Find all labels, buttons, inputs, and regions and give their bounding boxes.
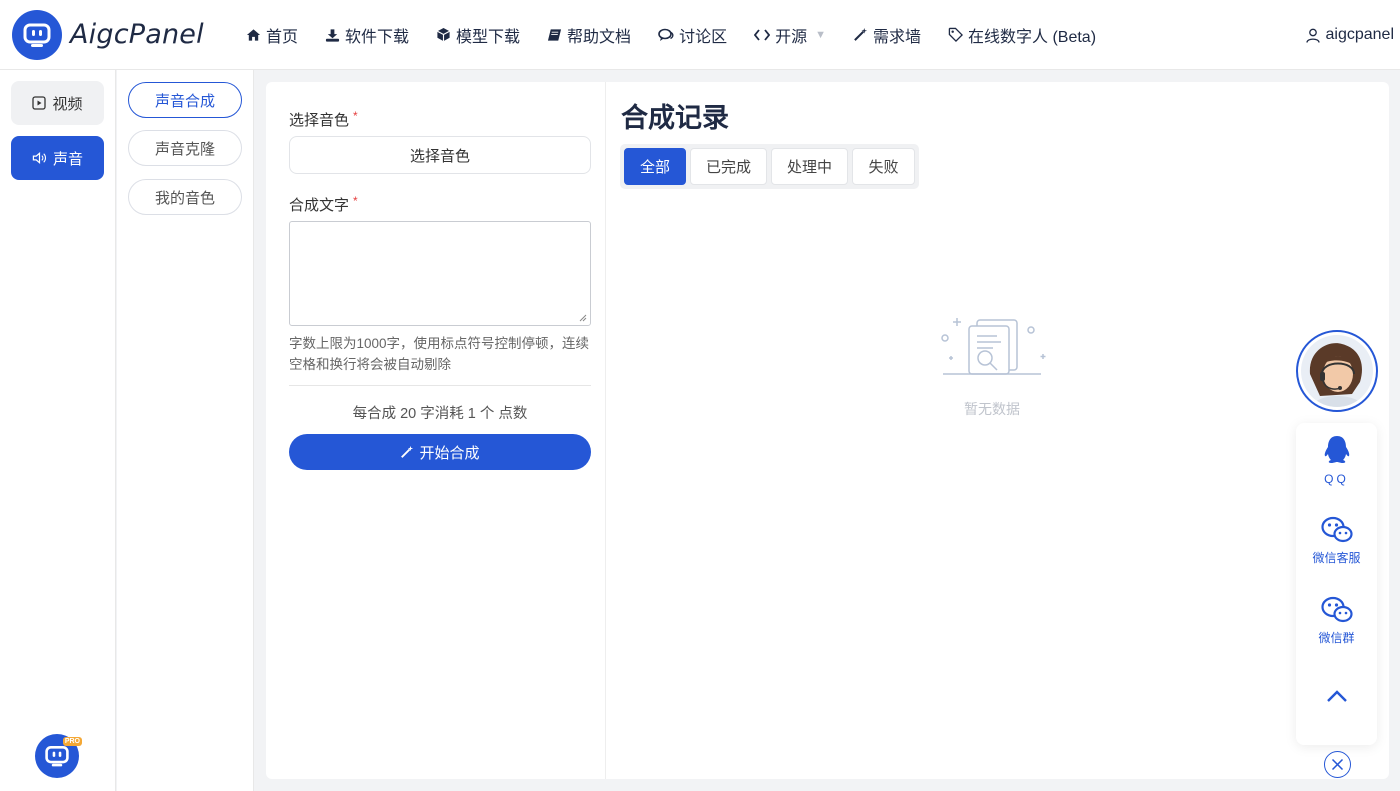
magic-wand-icon bbox=[854, 27, 868, 41]
top-header: AigcPanel 首页 软件下载 模型下载 帮助文档 讨论区 开源 ▼ 需求墙… bbox=[0, 0, 1400, 70]
nav-help-docs[interactable]: 帮助文档 bbox=[547, 23, 631, 47]
pro-logo[interactable]: PRO bbox=[35, 734, 82, 778]
book-icon bbox=[547, 28, 562, 41]
nav-model-download-label: 模型下载 bbox=[456, 28, 521, 46]
records-tabs: 全部 已完成 处理中 失败 bbox=[620, 144, 919, 189]
rail-voice-label: 声音 bbox=[52, 150, 83, 168]
nav-help-docs-label: 帮助文档 bbox=[567, 28, 632, 46]
tab-processing[interactable]: 处理中 bbox=[771, 148, 848, 185]
robot-logo-icon bbox=[12, 9, 62, 60]
tab-completed[interactable]: 已完成 bbox=[690, 148, 767, 185]
close-icon bbox=[1331, 758, 1344, 771]
main-nav: 首页 软件下载 模型下载 帮助文档 讨论区 开源 ▼ 需求墙 在线数字人 (Be… bbox=[246, 23, 1123, 47]
floating-contact-panel: QQ 微信客服 微信群 bbox=[1296, 423, 1377, 745]
synthesis-text-input[interactable] bbox=[289, 221, 591, 326]
submenu-my-voices[interactable]: 我的音色 bbox=[128, 179, 242, 215]
speaker-icon bbox=[32, 151, 47, 165]
records-title: 合成记录 bbox=[621, 103, 729, 133]
cost-note: 每合成 20 字消耗 1 个 点数 bbox=[352, 406, 528, 422]
username: aigcpanel bbox=[1325, 26, 1395, 43]
home-icon bbox=[246, 28, 261, 41]
rail-video-label: 视频 bbox=[52, 95, 83, 113]
empty-state: 暂无数据 bbox=[926, 312, 1058, 419]
nav-feature-wall[interactable]: 需求墙 bbox=[853, 23, 921, 47]
caret-down-icon: ▼ bbox=[815, 28, 826, 41]
code-icon bbox=[754, 28, 771, 41]
left-rail: 视频 声音 PRO bbox=[0, 70, 116, 791]
tab-all[interactable]: 全部 bbox=[624, 148, 686, 185]
back-to-top-button[interactable] bbox=[1296, 689, 1377, 706]
contact-wechat-group[interactable]: 微信群 bbox=[1296, 596, 1377, 646]
nav-online-digital-human-label: 在线数字人 (Beta) bbox=[968, 28, 1097, 46]
synthesis-form: 选择音色 * 选择音色 合成文字 * 字数上限为1000字，使用标点符号控制停顿，连… bbox=[266, 82, 606, 779]
qq-penguin-icon bbox=[1324, 436, 1349, 463]
select-voice-button[interactable]: 选择音色 bbox=[289, 136, 591, 174]
close-panel-button[interactable] bbox=[1324, 751, 1351, 778]
required-mark: * bbox=[353, 109, 358, 123]
pro-badge: PRO bbox=[62, 737, 82, 746]
wechat-icon bbox=[1320, 516, 1353, 543]
text-field-label: 合成文字 * bbox=[289, 194, 358, 215]
contact-qq-label: QQ bbox=[1324, 472, 1349, 486]
empty-documents-icon bbox=[941, 318, 1046, 375]
nav-home[interactable]: 首页 bbox=[246, 23, 298, 47]
brand-name: AigcPanel bbox=[70, 19, 204, 50]
tag-icon bbox=[948, 27, 963, 42]
nav-model-download[interactable]: 模型下载 bbox=[436, 23, 520, 47]
nav-software-download-label: 软件下载 bbox=[345, 28, 410, 46]
nav-discussion-label: 讨论区 bbox=[679, 28, 728, 46]
nav-software-download[interactable]: 软件下载 bbox=[325, 23, 409, 47]
customer-service-avatar[interactable] bbox=[1296, 330, 1378, 412]
nav-feature-wall-label: 需求墙 bbox=[872, 28, 921, 46]
brand-logo[interactable]: AigcPanel bbox=[12, 9, 232, 60]
download-icon bbox=[325, 28, 340, 42]
nav-open-source-label: 开源 bbox=[775, 28, 808, 46]
start-synthesis-label: 开始合成 bbox=[419, 444, 480, 462]
submenu-voice-synthesis[interactable]: 声音合成 bbox=[128, 82, 242, 118]
cube-icon bbox=[437, 27, 450, 42]
nav-discussion[interactable]: 讨论区 bbox=[658, 23, 727, 47]
voice-submenu: 声音合成 声音克隆 我的音色 bbox=[117, 70, 254, 791]
user-icon bbox=[1305, 28, 1320, 43]
rail-voice-button[interactable]: 声音 bbox=[11, 136, 104, 180]
chevron-up-icon bbox=[1326, 690, 1347, 702]
user-menu[interactable]: aigcpanel bbox=[1305, 0, 1395, 70]
voice-label-text: 选择音色 bbox=[289, 112, 350, 129]
magic-wand-icon bbox=[401, 445, 414, 458]
nav-open-source[interactable]: 开源 ▼ bbox=[754, 23, 826, 47]
divider bbox=[289, 385, 591, 386]
contact-wechat-service-label: 微信客服 bbox=[1312, 551, 1361, 565]
tab-failed[interactable]: 失败 bbox=[852, 148, 915, 185]
robot-logo-icon bbox=[45, 746, 69, 767]
contact-wechat-group-label: 微信群 bbox=[1318, 631, 1355, 645]
text-label-text: 合成文字 bbox=[289, 197, 350, 214]
required-mark: * bbox=[353, 194, 358, 208]
rail-video-button[interactable]: 视频 bbox=[11, 81, 104, 125]
start-synthesis-button[interactable]: 开始合成 bbox=[289, 434, 591, 470]
comments-icon bbox=[658, 28, 674, 41]
empty-text: 暂无数据 bbox=[964, 401, 1020, 417]
nav-online-digital-human[interactable]: 在线数字人 (Beta) bbox=[948, 23, 1096, 47]
submenu-voice-clone[interactable]: 声音克隆 bbox=[128, 130, 242, 166]
contact-wechat-service[interactable]: 微信客服 bbox=[1296, 516, 1377, 566]
wechat-icon bbox=[1320, 596, 1353, 623]
video-icon bbox=[32, 96, 47, 110]
resize-grip-icon[interactable] bbox=[577, 312, 587, 322]
voice-field-label: 选择音色 * bbox=[289, 109, 358, 130]
main-card: 选择音色 * 选择音色 合成文字 * 字数上限为1000字，使用标点符号控制停顿，连… bbox=[266, 82, 1389, 779]
contact-qq[interactable]: QQ bbox=[1296, 435, 1377, 486]
text-hint: 字数上限为1000字，使用标点符号控制停顿，连续空格和换行将会被自动剔除 bbox=[289, 336, 590, 372]
support-agent-avatar bbox=[1301, 335, 1373, 407]
nav-home-label: 首页 bbox=[266, 28, 299, 46]
